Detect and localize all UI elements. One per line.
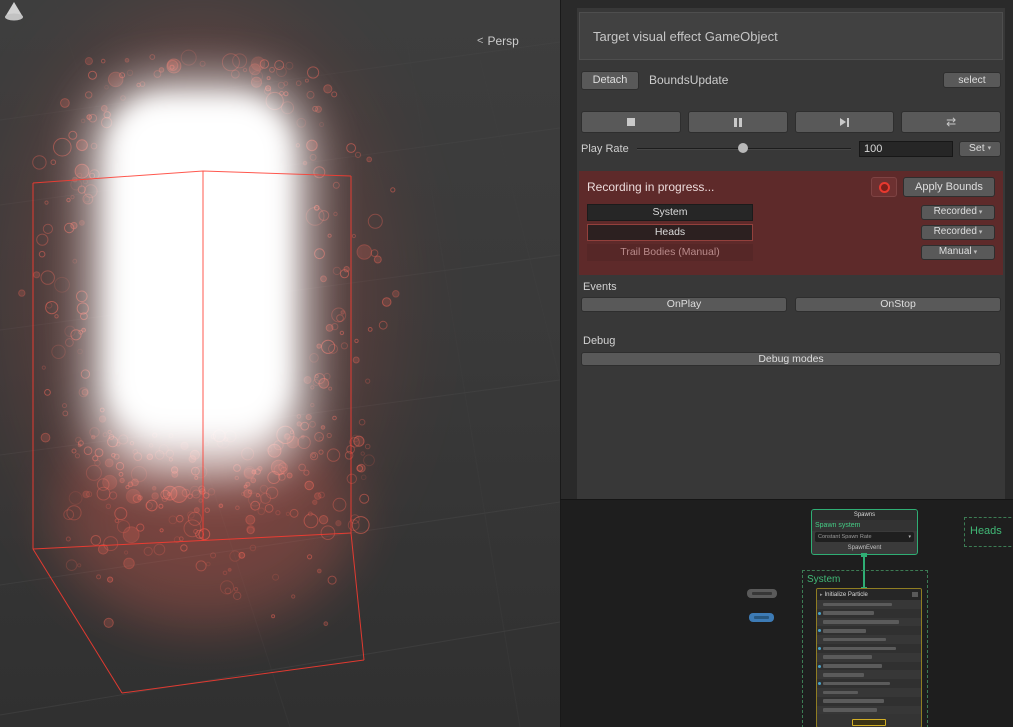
node-property-row[interactable] [817, 652, 921, 662]
node-property-row[interactable] [817, 600, 921, 609]
persp-arrow-icon: < [477, 35, 484, 47]
node-property-row[interactable] [817, 679, 921, 688]
node-property-row[interactable] [817, 670, 921, 680]
play-rate-label: Play Rate [581, 142, 629, 155]
detach-button[interactable]: Detach [581, 70, 639, 90]
field-label: Constant Spawn Rate [818, 534, 872, 540]
system-mode-dropdown[interactable]: Recorded ▾ [921, 204, 995, 220]
debug-section-label: Debug [583, 335, 616, 347]
heads-container-label: Heads [970, 525, 1002, 537]
slider-knob[interactable] [737, 143, 748, 153]
chevron-down-icon: ▾ [973, 248, 978, 256]
node-toggle-icon[interactable] [912, 592, 918, 597]
select-button[interactable]: select [943, 72, 1001, 88]
persp-label: Persp [487, 34, 519, 48]
init-node-title: Initialize Particle [824, 591, 868, 598]
events-row: OnPlay OnStop [581, 297, 1001, 312]
recording-row-trail-bodies: Trail Bodies (Manual) Manual ▾ [587, 243, 995, 261]
constant-spawn-rate-field[interactable]: Constant Spawn Rate ▾ [815, 532, 914, 542]
trail-bodies-row-label: Trail Bodies (Manual) [587, 243, 753, 261]
recording-section: Recording in progress... Apply Bounds Sy… [579, 171, 1003, 275]
recording-rows: System Recorded ▾ Heads Recorded ▾ Trail… [587, 203, 995, 261]
panel-title: Target visual effect GameObject [579, 12, 1003, 60]
recording-row-system: System Recorded ▾ [587, 203, 995, 221]
attach-row: Detach BoundsUpdate select [581, 70, 1001, 90]
node-property-row[interactable] [817, 617, 921, 627]
events-section-label: Events [583, 281, 617, 293]
node-property-row[interactable] [817, 635, 921, 644]
system-container-label: System [807, 574, 841, 585]
node-output-port[interactable] [852, 719, 886, 726]
chevron-down-icon: ▾ [908, 534, 911, 540]
node-property-row[interactable] [817, 705, 921, 715]
mode-label: Recorded [933, 226, 977, 237]
stop-icon [626, 118, 635, 126]
node-property-row[interactable] [817, 687, 921, 697]
pause-icon [733, 117, 742, 127]
apply-bounds-button[interactable]: Apply Bounds [903, 177, 995, 197]
node-property-row[interactable] [817, 626, 921, 636]
init-node-title-bar[interactable]: ▸ Initialize Particle [817, 589, 921, 600]
scene-view[interactable]: < Persp [0, 0, 560, 727]
heads-mode-dropdown[interactable]: Recorded ▾ [921, 224, 995, 240]
heads-row-button[interactable]: Heads [587, 223, 753, 241]
chevron-down-icon: ▾ [978, 228, 983, 236]
recording-status: Recording in progress... [587, 180, 715, 194]
node-property-row[interactable] [817, 661, 921, 671]
spawn-event-port[interactable]: SpawnEvent [812, 543, 917, 553]
play-rate-slider[interactable] [637, 140, 851, 157]
playback-row: ⇄ [581, 111, 1001, 133]
heads-container[interactable]: Heads [964, 517, 1013, 547]
set-label: Set [968, 142, 985, 155]
mode-label: Manual [938, 246, 972, 257]
mode-label: Recorded [933, 206, 977, 217]
stop-button[interactable] [581, 111, 681, 133]
perspective-toggle[interactable]: < Persp [477, 34, 519, 48]
graph-badge-blue[interactable] [749, 613, 774, 622]
record-button[interactable] [871, 177, 897, 197]
trail-bodies-mode-dropdown[interactable]: Manual ▾ [921, 244, 995, 260]
restart-button[interactable]: ⇄ [901, 111, 1001, 133]
node-property-row[interactable] [817, 696, 921, 706]
recording-header: Recording in progress... Apply Bounds [587, 177, 995, 197]
step-forward-icon [839, 117, 849, 127]
recording-row-heads: Heads Recorded ▾ [587, 223, 995, 241]
scene-orientation-gizmo-icon[interactable] [0, 0, 28, 24]
chevron-down-icon: ▾ [987, 145, 992, 152]
record-icon [878, 181, 890, 193]
target-gameobject-name: BoundsUpdate [649, 73, 729, 87]
play-rate-row: Play Rate 100 Set ▾ [581, 140, 1001, 157]
chevron-down-icon: ▾ [978, 208, 983, 216]
node-property-row[interactable] [817, 643, 921, 653]
set-button[interactable]: Set ▾ [959, 140, 1001, 157]
particle-system-render [0, 0, 560, 727]
vfx-control-panel: Target visual effect GameObject Detach B… [560, 0, 1013, 499]
restart-icon: ⇄ [946, 115, 957, 129]
debug-modes-button[interactable]: Debug modes [581, 352, 1001, 366]
onplay-button[interactable]: OnPlay [581, 297, 787, 312]
spawn-context-node[interactable]: Spawns Spawn system Constant Spawn Rate … [811, 509, 918, 555]
play-rate-value[interactable]: 100 [859, 140, 953, 157]
initialize-particle-node[interactable]: ▸ Initialize Particle [816, 588, 922, 727]
connection-anchor [861, 553, 867, 557]
graph-badge-gray[interactable] [747, 589, 777, 598]
system-row-button[interactable]: System [587, 203, 753, 221]
pause-button[interactable] [687, 111, 788, 133]
spawn-node-title: Spawns [812, 510, 917, 520]
collapse-caret-icon[interactable]: ▸ [820, 592, 823, 598]
step-button[interactable] [794, 111, 895, 133]
node-property-row[interactable] [817, 608, 921, 618]
spawn-system-label: Spawn system [812, 520, 917, 531]
vfx-playback-controls: Target visual effect GameObject Detach B… [577, 8, 1005, 499]
onstop-button[interactable]: OnStop [795, 297, 1001, 312]
vfx-graph-view[interactable]: Spawns Spawn system Constant Spawn Rate … [560, 499, 1013, 727]
